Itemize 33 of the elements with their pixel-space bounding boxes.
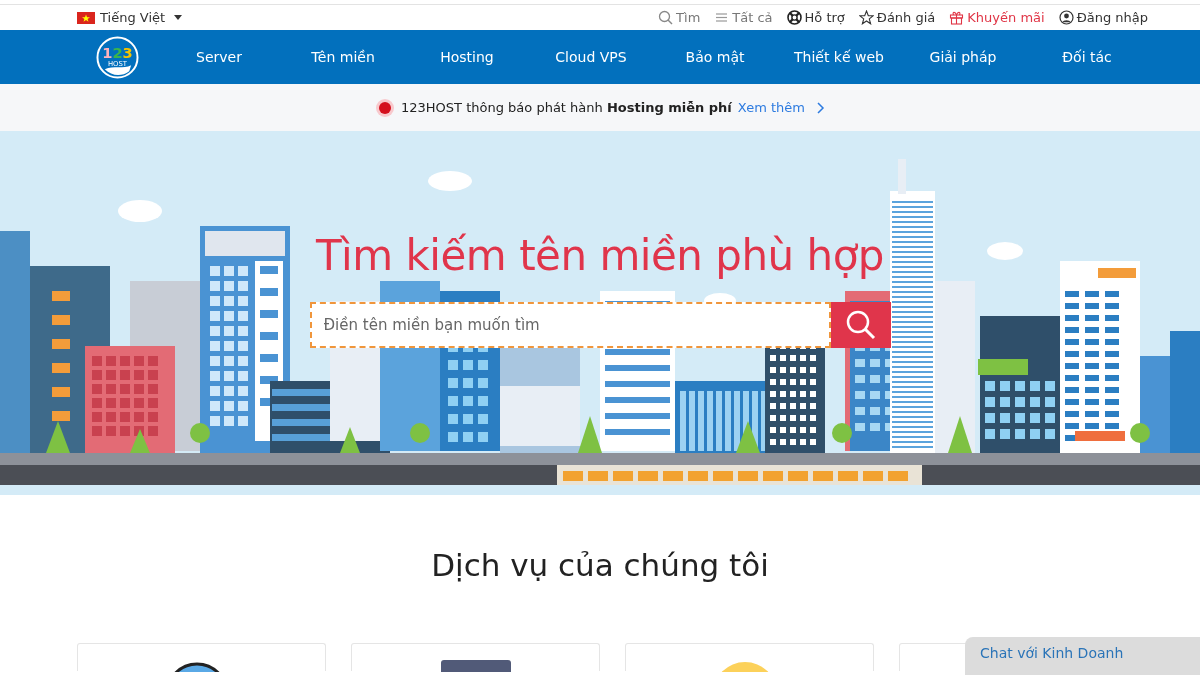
nav-item[interactable]: Bảo mật — [653, 49, 777, 65]
top-link[interactable]: Đánh giá — [858, 10, 936, 25]
top-link[interactable]: Hỗ trợ — [786, 10, 845, 25]
search-button[interactable] — [830, 302, 891, 348]
section-title: Dịch vụ của chúng tôi — [430, 547, 770, 583]
menu-icon — [714, 10, 730, 25]
nav-item[interactable]: Giải pháp — [901, 49, 1025, 65]
read-more-link[interactable]: Xem thêm — [737, 100, 805, 115]
top-link[interactable]: Tìm — [658, 10, 701, 25]
user-icon — [1058, 10, 1074, 25]
nav-item[interactable]: Thiết kế web — [777, 49, 901, 65]
panel-icon — [440, 658, 511, 672]
notice-text: 123HOST thông báo phát hành Hosting miễn phí — [401, 100, 732, 115]
gift-icon — [949, 10, 965, 25]
domain-search-field[interactable]: Điền tên miền bạn muốn tìm — [309, 302, 831, 348]
search-icon — [658, 10, 674, 25]
chat-button[interactable]: Chat với Kinh Doanh — [965, 637, 1200, 675]
top-link[interactable]: Đăng nhập — [1058, 10, 1148, 25]
nav-item[interactable]: Server — [157, 49, 281, 65]
chevron-icon — [816, 101, 825, 114]
star-icon — [858, 10, 874, 25]
language-selector[interactable]: Tiếng Việt — [77, 10, 183, 25]
flag-icon — [77, 11, 95, 24]
nav-item[interactable]: Đối tác — [1025, 49, 1149, 65]
nav-item[interactable]: Cloud VPS — [529, 49, 653, 65]
nav-item[interactable]: Tên miền — [281, 49, 405, 65]
hero-title: Tìm kiếm tên miền phù hợp — [315, 231, 885, 280]
lifebuoy-icon — [786, 10, 802, 25]
caret-icon — [174, 15, 183, 20]
top-link[interactable]: Tất cả — [714, 10, 773, 25]
top-link[interactable]: Khuyến mãi — [949, 10, 1045, 25]
alert-dot-icon — [375, 97, 396, 118]
nav-item[interactable]: Hosting — [405, 49, 529, 65]
